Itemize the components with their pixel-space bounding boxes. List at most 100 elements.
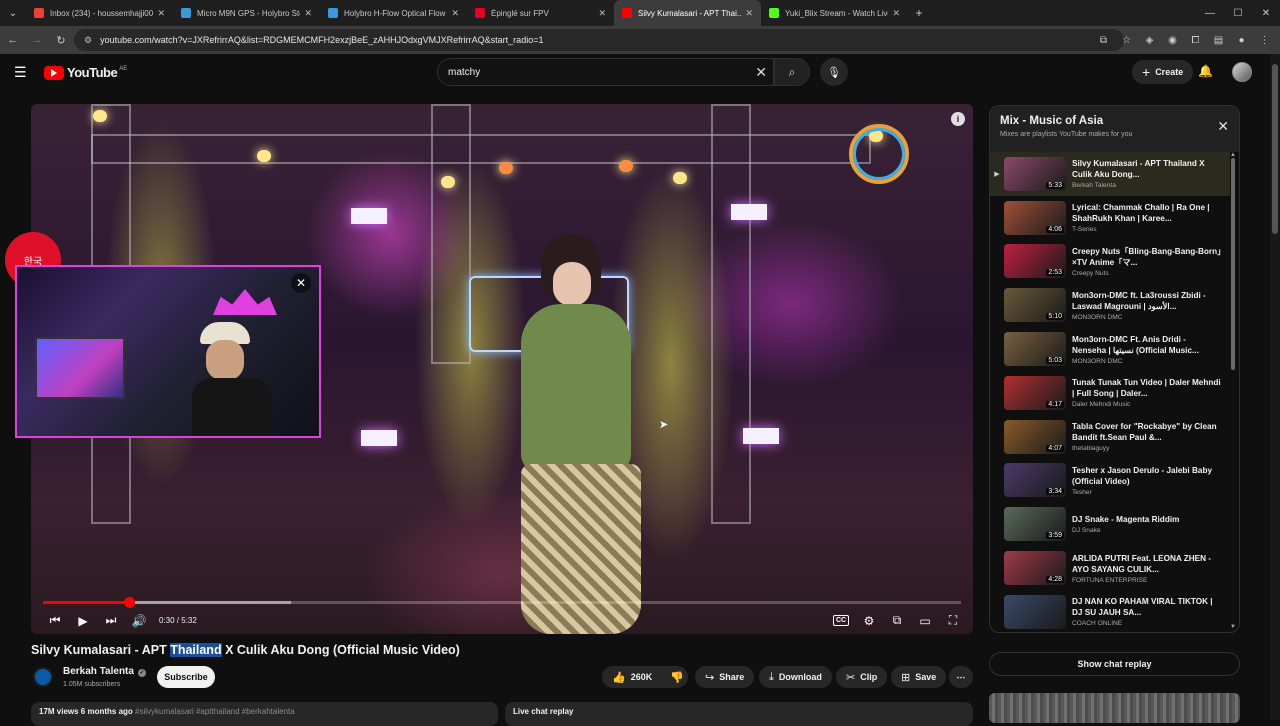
playlist-item-title[interactable]: Mon3orn-DMC Ft. Anis Dridi - Nenseha | ن… [1072, 334, 1222, 356]
playlist-item-title[interactable]: Tunak Tunak Tun Video | Daler Mehndi | F… [1072, 377, 1222, 399]
playlist-item[interactable]: 4:06 Lyrical: Chammak Challo | Ra One | S… [990, 196, 1230, 240]
info-icon[interactable]: i [951, 112, 965, 126]
playlist-thumbnail[interactable]: 2:53 [1004, 244, 1066, 279]
extension-icon[interactable]: ◈ [1140, 29, 1159, 51]
playlist-thumbnail[interactable]: 4:28 [1004, 551, 1066, 586]
reload-icon[interactable]: ↻ [50, 29, 72, 51]
maximize-icon[interactable]: ☐ [1224, 0, 1252, 26]
page-scrollbar[interactable] [1270, 54, 1280, 720]
close-tab-icon[interactable]: ✕ [892, 8, 900, 19]
description-box[interactable]: 17M views 6 months ago #silvykumalasari … [31, 702, 498, 726]
url-field[interactable]: ⚙ youtube.com/watch?v=JXRefrirrAQ&list=R… [74, 29, 1124, 51]
playlist-item[interactable]: 3:59 DJ Snake - Magenta Riddim DJ Snake [990, 502, 1230, 546]
playlist-item[interactable]: 3:34 Tesher x Jason Derulo - Jalebi Baby … [990, 459, 1230, 503]
settings-gear-icon[interactable]: ⚙ [855, 607, 883, 634]
clear-search-icon[interactable]: ✕ [755, 64, 767, 81]
site-info-icon[interactable]: ⚙ [84, 35, 92, 46]
theater-mode-icon[interactable]: ▭ [911, 607, 939, 634]
live-chat-replay-header[interactable]: Live chat replay [505, 702, 973, 726]
close-tab-icon[interactable]: ✕ [304, 8, 312, 19]
playlist-thumbnail[interactable]: 5:03 [1004, 332, 1066, 367]
minimize-icon[interactable]: — [1196, 0, 1224, 26]
new-tab-button[interactable]: + [908, 6, 930, 20]
miniplayer-icon[interactable]: ⧉ [883, 607, 911, 634]
search-input[interactable]: matchy ✕ [437, 58, 774, 86]
playlist-item-title[interactable]: ARLIDA PUTRI Feat. LEONA ZHEN - AYO SAYA… [1072, 553, 1222, 575]
browser-tab[interactable]: Yuki_Blix Stream - Watch Live o... ✕ [761, 0, 908, 26]
subtitles-icon[interactable]: CC [827, 607, 855, 634]
close-tab-icon[interactable]: ✕ [157, 8, 165, 19]
playlist-item-title[interactable]: Lyrical: Chammak Challo | Ra One | ShahR… [1072, 202, 1222, 224]
clip-button[interactable]: ✂ Clip [836, 666, 888, 688]
playlist-item-title[interactable]: Mon3orn-DMC ft. La3roussi Zbidi - Laswad… [1072, 290, 1222, 312]
bookmark-star-icon[interactable]: ☆ [1117, 29, 1136, 51]
install-icon[interactable]: ⧉ [1094, 29, 1113, 51]
playlist-item[interactable]: 5:03 Mon3orn-DMC Ft. Anis Dridi - Nenseha… [990, 327, 1230, 371]
playlist-thumbnail[interactable]: 3:34 [1004, 463, 1066, 498]
next-icon[interactable]: ⏭ [97, 607, 125, 634]
playlist-item-title[interactable]: Tabla Cover for "Rockabye" by Clean Band… [1072, 421, 1222, 443]
previous-icon[interactable]: ⏮ [41, 607, 69, 634]
subscribe-button[interactable]: Subscribe [157, 666, 215, 688]
playlist-thumbnail[interactable]: 4:07 [1004, 419, 1066, 454]
share-button[interactable]: ↪ Share [695, 666, 755, 688]
close-overlay-icon[interactable]: ✕ [291, 273, 311, 293]
playlist-item-title[interactable]: DJ NAN KO PAHAM VIRAL TIKTOK | DJ SU JAU… [1072, 596, 1222, 618]
playlist-item[interactable]: DJ NAN KO PAHAM VIRAL TIKTOK | DJ SU JAU… [990, 590, 1230, 632]
create-button[interactable]: + Create [1132, 60, 1194, 84]
back-icon[interactable]: ← [2, 29, 24, 51]
playlist-item[interactable]: 2:53 Creepy Nuts「Bling-Bang-Bang-Born」×TV… [990, 240, 1230, 284]
save-button[interactable]: ⊞ Save [891, 666, 947, 688]
playlist-thumbnail[interactable]: 5:10 [1004, 288, 1066, 323]
playlist-thumbnail[interactable]: 5:33 [1004, 156, 1066, 191]
playlist-item[interactable]: 4:17 Tunak Tunak Tun Video | Daler Mehndi… [990, 371, 1230, 415]
playlist-item[interactable]: 5:10 Mon3orn-DMC ft. La3roussi Zbidi - La… [990, 283, 1230, 327]
channel-avatar[interactable] [33, 667, 53, 687]
video-progress-bar[interactable] [43, 597, 961, 608]
search-button[interactable]: ⌕ [774, 58, 810, 86]
download-button[interactable]: ⤓ Download [759, 666, 832, 688]
playlist-item-title[interactable]: Tesher x Jason Derulo - Jalebi Baby (Off… [1072, 465, 1222, 487]
forward-icon[interactable]: → [26, 29, 48, 51]
playlist-thumbnail[interactable]: 4:06 [1004, 200, 1066, 235]
scroll-down-icon[interactable]: ▼ [1230, 624, 1236, 630]
close-window-icon[interactable]: ✕ [1252, 0, 1280, 26]
volume-icon[interactable]: 🔊 [125, 607, 153, 634]
close-tab-icon[interactable]: ✕ [598, 8, 606, 19]
fullscreen-icon[interactable]: ⛶ [939, 607, 967, 634]
like-count[interactable]: 260K [631, 672, 653, 682]
profile-icon[interactable]: ● [1232, 29, 1251, 51]
close-playlist-icon[interactable]: ✕ [1217, 118, 1229, 135]
dislike-icon[interactable]: 👎 [670, 671, 684, 684]
playlist-thumbnail[interactable]: 4:17 [1004, 375, 1066, 410]
like-icon[interactable]: 👍 [612, 671, 626, 684]
sidebar-icon[interactable]: ▤ [1209, 29, 1228, 51]
playlist-item[interactable]: 4:07 Tabla Cover for "Rockabye" by Clean … [990, 415, 1230, 459]
playlist-thumbnail[interactable] [1004, 594, 1066, 629]
hashtags[interactable]: #silvykumalasari #aptthailand #berkahtal… [135, 707, 295, 716]
extension-icon-2[interactable]: ◉ [1163, 29, 1182, 51]
browser-tab[interactable]: Épinglé sur FPV ✕ [467, 0, 614, 26]
playlist-item-title[interactable]: Silvy Kumalasari - APT Thailand X Culik … [1072, 158, 1222, 180]
browser-tab[interactable]: Micro M9N GPS - Holybro Store ✕ [173, 0, 320, 26]
close-tab-icon[interactable]: ✕ [745, 8, 753, 19]
extensions-puzzle-icon[interactable]: ⧠ [1186, 29, 1205, 51]
browser-tab[interactable]: Inbox (234) - houssemhajji00@...✕ [26, 0, 173, 26]
play-icon[interactable]: ▶ [69, 607, 97, 634]
close-tab-icon[interactable]: ✕ [451, 8, 459, 19]
browser-tab[interactable]: Silvy Kumalasari - APT Thai... ✕ [614, 0, 761, 26]
mix-title[interactable]: Mix - Music of Asia [1000, 115, 1229, 127]
playlist-item[interactable]: 4:28 ARLIDA PUTRI Feat. LEONA ZHEN - AYO … [990, 546, 1230, 590]
menu-icon[interactable]: ☰ [14, 64, 27, 81]
more-actions-button[interactable]: ⋯ [949, 666, 973, 688]
playlist-item-title[interactable]: Creepy Nuts「Bling-Bang-Bang-Born」×TV Ani… [1072, 246, 1222, 268]
browser-tab[interactable]: Holybro H-Flow Optical Flow an... ✕ [320, 0, 467, 26]
playlist-item-title[interactable]: DJ Snake - Magenta Riddim [1072, 514, 1222, 525]
browser-menu-icon[interactable]: ⋮ [1255, 29, 1274, 51]
channel-name[interactable]: Berkah Talenta ✓ [63, 666, 146, 677]
voice-search-button[interactable]: 🎙 [820, 58, 848, 86]
show-chat-replay-button[interactable]: Show chat replay [989, 652, 1240, 676]
youtube-logo[interactable]: YouTube AE [44, 65, 127, 80]
tab-search-icon[interactable]: ⌄ [0, 0, 26, 26]
playlist-scrollbar[interactable] [1231, 158, 1235, 370]
